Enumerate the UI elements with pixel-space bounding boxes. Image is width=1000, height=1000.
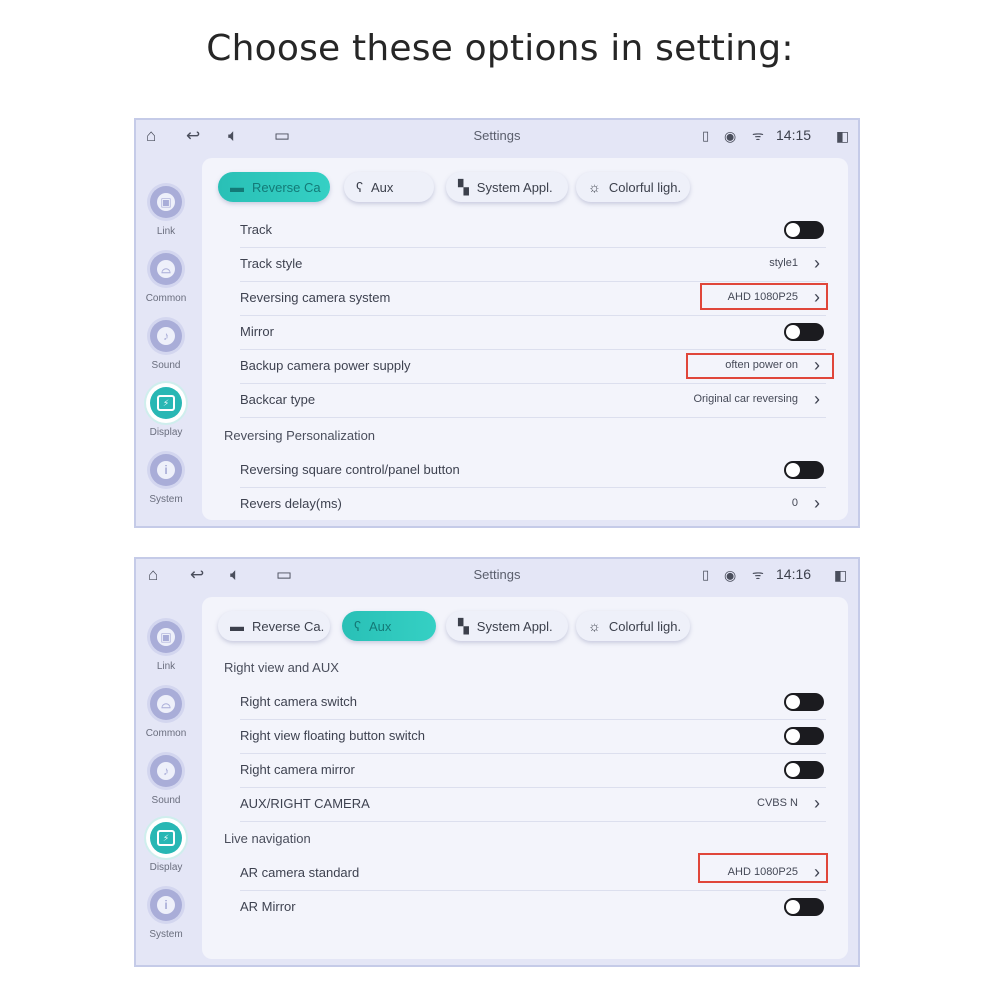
section-header: Right view and AUX xyxy=(224,660,339,675)
sidebar-item-label: Link xyxy=(156,661,176,672)
highlight-box xyxy=(698,853,828,883)
sidebar-item-sound[interactable]: ♪ Sound xyxy=(140,320,192,382)
settings-screen-reverse-camera: ⌂ ↩ 🔈︎ ▭ Settings ▯ ◉ ᯤ 14:15 ◧ ▣ Link ⌓… xyxy=(134,118,860,528)
sidebar: ▣ Link ⌓ Common ♪ Sound ⚡ Display i Syst… xyxy=(140,601,192,961)
apps-grid-icon: ▚ xyxy=(458,178,469,195)
sidebar-item-label: Common xyxy=(145,728,187,739)
setting-row-backcar-type[interactable]: Backcar type Original car reversing › xyxy=(240,383,826,418)
sidebar-item-system[interactable]: i System xyxy=(140,454,192,516)
section-header: Reversing Personalization xyxy=(224,428,376,443)
setting-row-track[interactable]: Track xyxy=(240,213,826,248)
sidebar: ▣ Link ⌓ Common ♪ Sound ⚡ Display i Syst… xyxy=(140,162,192,522)
link-icon: ▣ xyxy=(157,628,175,646)
sidebar-item-link[interactable]: ▣ Link xyxy=(140,186,192,248)
car-icon: ▬ xyxy=(230,179,244,195)
tab-aux[interactable]: ʕ Aux xyxy=(342,611,436,641)
toggle-switch[interactable] xyxy=(784,221,824,239)
sidebar-item-common[interactable]: ⌓ Common xyxy=(140,253,192,315)
sd-card-icon: ▯ xyxy=(702,567,710,582)
sidebar-item-display[interactable]: ⚡ Display xyxy=(140,822,192,884)
setting-row-revers-delay[interactable]: Revers delay(ms) 0 › xyxy=(240,487,826,521)
settings-screen-aux: ⌂ ↩ 🔈︎ ▭ Settings ▯ ◉ ᯤ 14:16 ◧ ▣ Link ⌓… xyxy=(134,557,860,967)
tab-colorful-lights[interactable]: ☼ Colorful ligh. xyxy=(576,611,690,641)
tab-system-apps[interactable]: ▚ System Appl. xyxy=(446,611,568,641)
toggle-switch[interactable] xyxy=(784,461,824,479)
info-icon: i xyxy=(157,461,175,479)
wifi-icon: ᯤ xyxy=(752,567,764,582)
sidebar-item-common[interactable]: ⌓ Common xyxy=(140,688,192,750)
setting-row-reversing-square-control[interactable]: Reversing square control/panel button xyxy=(240,453,826,488)
sidebar-item-system[interactable]: i System xyxy=(140,889,192,951)
sidebar-item-label: Sound xyxy=(151,360,181,371)
sidebar-item-label: System xyxy=(149,494,183,505)
link-icon: ▣ xyxy=(157,193,175,211)
light-icon: ☼ xyxy=(588,618,601,634)
sd-card-icon: ▯ xyxy=(702,128,710,143)
sidebar-item-sound[interactable]: ♪ Sound xyxy=(140,755,192,817)
display-icon: ⚡ xyxy=(157,830,175,846)
toggle-switch[interactable] xyxy=(784,898,824,916)
highlight-box xyxy=(700,283,828,310)
sidebar-item-label: Display xyxy=(149,427,183,438)
sidebar-item-link[interactable]: ▣ Link xyxy=(140,621,192,683)
speaker-icon: ♪ xyxy=(157,762,175,780)
page-heading: Choose these options in setting: xyxy=(206,28,794,69)
setting-row-ar-mirror[interactable]: AR Mirror xyxy=(240,890,826,924)
chevron-right-icon: › xyxy=(814,793,820,813)
chevron-right-icon: › xyxy=(814,253,820,273)
split-screen-icon[interactable]: ◧ xyxy=(836,126,849,146)
sidebar-item-label: Common xyxy=(145,293,187,304)
toggle-switch[interactable] xyxy=(784,323,824,341)
sidebar-item-label: Display xyxy=(149,862,183,873)
aux-cable-icon: ʕ xyxy=(356,179,363,195)
speaker-icon: ♪ xyxy=(157,327,175,345)
wifi-icon: ᯤ xyxy=(752,128,764,143)
setting-row-track-style[interactable]: Track style style1 › xyxy=(240,247,826,282)
car-icon: ▬ xyxy=(230,618,244,634)
split-screen-icon[interactable]: ◧ xyxy=(834,565,847,585)
settings-panel: ▬ Reverse Ca. ʕ Aux ▚ System Appl. ☼ Colorfu… xyxy=(202,597,848,959)
tab-reverse-camera[interactable]: ▬ Reverse Ca. xyxy=(218,611,330,641)
setting-row-right-camera-switch[interactable]: Right camera switch xyxy=(240,685,826,720)
setting-row-right-view-floating-button[interactable]: Right view floating button switch xyxy=(240,719,826,754)
sidebar-item-label: Sound xyxy=(151,795,181,806)
toggle-switch[interactable] xyxy=(784,727,824,745)
settings-panel: ▬ Reverse Ca ʕ Aux ▚ System Appl. ☼ Colorful… xyxy=(202,158,848,520)
clock: 14:15 xyxy=(776,127,812,143)
tab-system-apps[interactable]: ▚ System Appl. xyxy=(446,172,568,202)
section-header: Live navigation xyxy=(224,831,311,846)
car-icon: ⌓ xyxy=(157,260,175,278)
sidebar-item-label: System xyxy=(149,929,183,940)
setting-row-aux-right-camera[interactable]: AUX/RIGHT CAMERA CVBS N › xyxy=(240,787,826,822)
status-bar: ⌂ ↩ 🔈︎ ▭ Settings ▯ ◉ ᯤ 14:15 ◧ xyxy=(134,118,860,154)
sidebar-item-display[interactable]: ⚡ Display xyxy=(140,387,192,449)
location-icon: ◉ xyxy=(724,567,737,583)
toggle-switch[interactable] xyxy=(784,693,824,711)
location-icon: ◉ xyxy=(724,128,737,144)
chevron-right-icon: › xyxy=(814,389,820,409)
aux-cable-icon: ʕ xyxy=(354,618,361,634)
chevron-right-icon: › xyxy=(814,493,820,513)
toggle-switch[interactable] xyxy=(784,761,824,779)
clock: 14:16 xyxy=(776,566,812,582)
info-icon: i xyxy=(157,896,175,914)
setting-row-right-camera-mirror[interactable]: Right camera mirror xyxy=(240,753,826,788)
tab-colorful-lights[interactable]: ☼ Colorful ligh. xyxy=(576,172,690,202)
car-icon: ⌓ xyxy=(157,695,175,713)
display-icon: ⚡ xyxy=(157,395,175,411)
tab-reverse-camera[interactable]: ▬ Reverse Ca xyxy=(218,172,330,202)
highlight-box xyxy=(686,353,834,379)
apps-grid-icon: ▚ xyxy=(458,617,469,634)
setting-row-mirror[interactable]: Mirror xyxy=(240,315,826,350)
light-icon: ☼ xyxy=(588,179,601,195)
status-bar: ⌂ ↩ 🔈︎ ▭ Settings ▯ ◉ ᯤ 14:16 ◧ xyxy=(134,557,860,593)
sidebar-item-label: Link xyxy=(156,226,176,237)
tab-aux[interactable]: ʕ Aux xyxy=(344,172,434,202)
